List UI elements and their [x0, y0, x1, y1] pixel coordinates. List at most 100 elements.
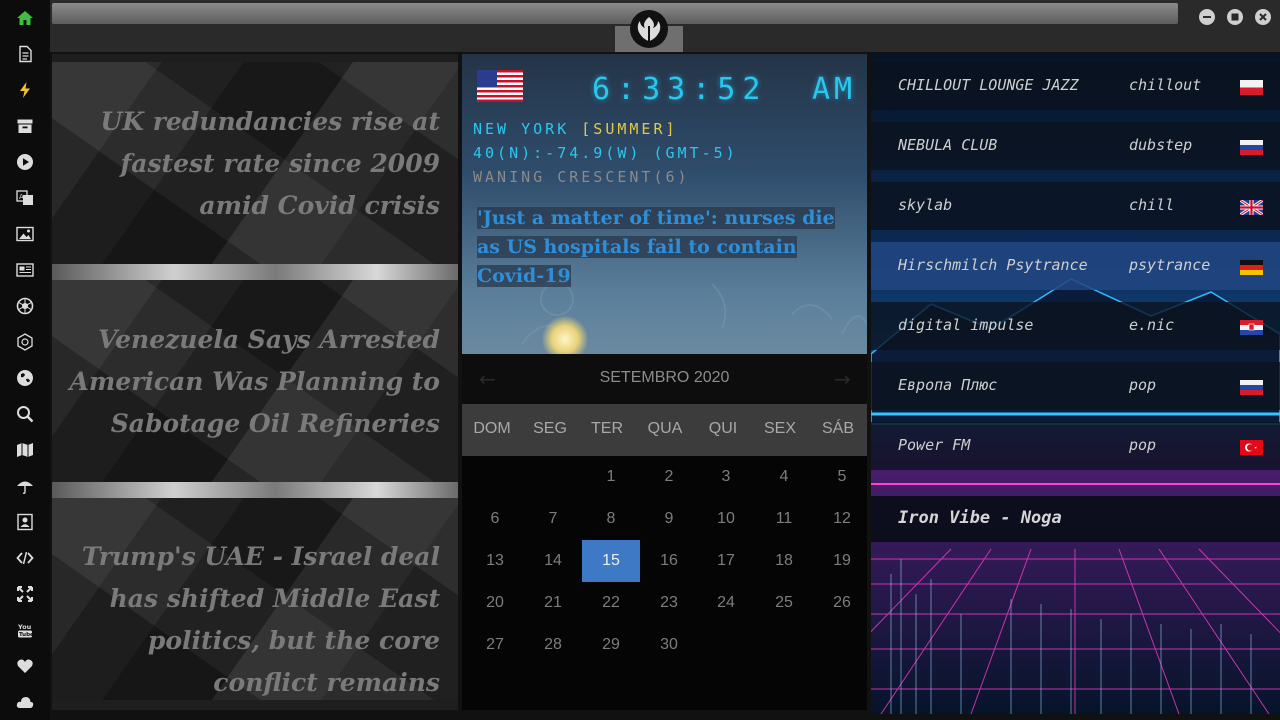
station-name: Power FM	[898, 436, 971, 454]
map-icon[interactable]	[13, 438, 37, 462]
lightning-icon[interactable]	[13, 78, 37, 102]
calendar-day[interactable]: 20	[466, 582, 524, 624]
address-bar[interactable]	[52, 3, 1178, 24]
calendar-day[interactable]: 9	[640, 498, 698, 540]
station-name: skylab	[898, 196, 953, 214]
close-button[interactable]	[1255, 9, 1271, 25]
rebel-alliance-icon[interactable]	[13, 294, 37, 318]
translate-icon[interactable]: A	[13, 186, 37, 210]
flag-icon	[1240, 80, 1263, 95]
heart-icon[interactable]	[13, 654, 37, 678]
search-icon[interactable]	[13, 402, 37, 426]
calendar-day[interactable]: 14	[524, 540, 582, 582]
document-icon[interactable]	[13, 42, 37, 66]
calendar-day[interactable]: 10	[697, 498, 755, 540]
home-icon[interactable]	[13, 6, 37, 30]
calendar-day[interactable]: 19	[813, 540, 871, 582]
weekday-label: SÁB	[821, 420, 854, 437]
featured-headline[interactable]: 'Just a matter of time': nurses die as U…	[477, 204, 842, 291]
calendar-day[interactable]: 17	[697, 540, 755, 582]
calendar-day[interactable]: 3	[697, 456, 755, 498]
maximize-button[interactable]	[1227, 9, 1243, 25]
code-icon[interactable]	[13, 546, 37, 570]
moon-phase: WANING CRESCENT(6)	[473, 168, 690, 186]
station-row[interactable]: NEBULA CLUB dubstep	[871, 122, 1280, 170]
news-divider	[52, 264, 458, 280]
station-genre: dubstep	[1129, 136, 1193, 154]
clock-time: 6:33:52	[592, 72, 768, 107]
calendar-day[interactable]: 26	[813, 582, 871, 624]
rebel-logo-icon[interactable]	[630, 10, 668, 48]
news-headline[interactable]: UK redundancies rise at fastest rate sin…	[60, 101, 440, 227]
calendar-day[interactable]: 24	[697, 582, 755, 624]
calendar-day[interactable]: 1	[582, 456, 640, 498]
calendar-day[interactable]: 6	[466, 498, 524, 540]
contact-card-icon[interactable]	[13, 510, 37, 534]
calendar-day[interactable]: 28	[524, 624, 582, 666]
calendar-day[interactable]: 18	[755, 540, 813, 582]
calendar-day[interactable]: 23	[640, 582, 698, 624]
location-coordinates: 40(N):-74.9(W) (GMT-5)	[473, 144, 738, 162]
archive-icon[interactable]	[13, 114, 37, 138]
weekday-label: QUI	[708, 420, 738, 437]
left-sidebar: A You Tube	[0, 0, 50, 720]
youtube-icon[interactable]: You Tube	[13, 618, 37, 642]
calendar-grid: 1 2 3 4 5 6 7 8 9 10 11 12 13 14 15 16 17 18 19 20 21 22 23 24 2…	[462, 456, 867, 710]
station-row[interactable]: digital impulse e.nic	[871, 302, 1280, 350]
umbrella-icon[interactable]	[13, 474, 37, 498]
station-name: digital impulse	[898, 316, 1034, 334]
calendar-day[interactable]: 5	[813, 456, 871, 498]
now-playing-text: Iron Vibe - Noga	[898, 508, 1062, 528]
svg-text:Tube: Tube	[19, 632, 34, 638]
station-genre: chill	[1129, 196, 1175, 214]
station-row[interactable]: CHILLOUT LOUNGE JAZZ chillout	[871, 62, 1280, 110]
weekday-label: TER	[591, 420, 623, 437]
svg-text:A: A	[19, 193, 24, 201]
minimize-button[interactable]	[1199, 9, 1215, 25]
flag-icon	[1240, 200, 1263, 215]
calendar-day[interactable]: 7	[524, 498, 582, 540]
station-row[interactable]: skylab chill	[871, 182, 1280, 230]
calendar-day[interactable]: 8	[582, 498, 640, 540]
station-row[interactable]: Power FM pop	[871, 422, 1280, 470]
calendar-day[interactable]: 29	[582, 624, 640, 666]
featured-headline-text: 'Just a matter of time': nurses die as U…	[477, 207, 835, 287]
calendar-day[interactable]: 27	[466, 624, 524, 666]
calendar-day[interactable]: 21	[524, 582, 582, 624]
calendar-day[interactable]: 25	[755, 582, 813, 624]
station-genre: pop	[1129, 436, 1157, 454]
location-season: [SUMMER]	[581, 120, 678, 138]
sun-icon	[542, 316, 588, 354]
newspaper-icon[interactable]	[13, 258, 37, 282]
expand-icon[interactable]	[13, 582, 37, 606]
flag-icon	[1240, 140, 1263, 155]
calendar-day-today[interactable]: 15	[582, 540, 640, 582]
news-headline[interactable]: Trump's UAE - Israel deal has shifted Mi…	[60, 536, 440, 704]
calendar-day[interactable]: 11	[755, 498, 813, 540]
location-city: NEW YORK	[473, 120, 570, 138]
calendar-day[interactable]: 30	[640, 624, 698, 666]
play-icon[interactable]	[13, 150, 37, 174]
calendar-header: ← SETEMBRO 2020 →	[462, 354, 867, 404]
image-icon[interactable]	[13, 222, 37, 246]
station-row[interactable]: Hirschmilch Psytrance psytrance	[871, 242, 1280, 290]
flag-icon	[1240, 380, 1263, 395]
calendar-day[interactable]: 13	[466, 540, 524, 582]
cloud-icon[interactable]	[13, 690, 37, 714]
station-genre: chillout	[1129, 76, 1202, 94]
news-headline[interactable]: Venezuela Says Arrested American Was Pla…	[60, 319, 440, 445]
globe-icon[interactable]	[13, 366, 37, 390]
station-genre: e.nic	[1129, 316, 1175, 334]
station-name: NEBULA CLUB	[898, 136, 998, 154]
calendar-day[interactable]: 16	[640, 540, 698, 582]
station-row[interactable]: Европа Плюс pop	[871, 362, 1280, 410]
calendar-day[interactable]: 4	[755, 456, 813, 498]
clock-calendar-panel: 6:33:52 AM NEW YORK [SUMMER] 40(N):-74.9…	[462, 54, 867, 710]
calendar-next-button[interactable]: →	[834, 367, 851, 391]
calendar-day[interactable]: 2	[640, 456, 698, 498]
weekday-label: DOM	[473, 420, 511, 437]
calendar-day[interactable]: 12	[813, 498, 871, 540]
weekday-label: SEG	[533, 420, 567, 437]
calendar-day[interactable]: 22	[582, 582, 640, 624]
empire-icon[interactable]	[13, 330, 37, 354]
